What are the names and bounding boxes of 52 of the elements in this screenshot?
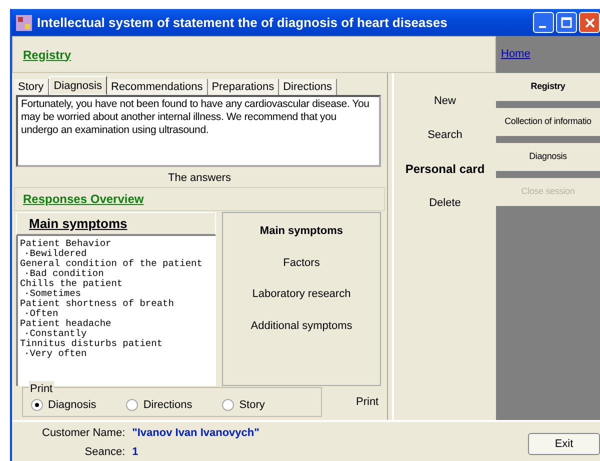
answer-text: ·Often [23, 309, 60, 319]
minimize-icon [538, 26, 546, 28]
field-label: Seance: [84, 445, 126, 460]
action-item[interactable]: Delete [429, 195, 461, 212]
symptom-text: Tinnitus disturbs patient [20, 339, 164, 349]
sidebar-button[interactable]: Collection of informatio [496, 108, 600, 136]
close-button[interactable] [579, 12, 600, 33]
sidebar-button[interactable]: Diagnosis [496, 143, 600, 171]
maximize-button[interactable] [556, 12, 577, 33]
answer-text: ·Bewildered [23, 249, 88, 259]
action-item[interactable]: New [434, 93, 456, 110]
tab[interactable]: Diagnosis [48, 76, 107, 95]
tab[interactable]: Preparations [208, 79, 280, 95]
tab[interactable]: Recommendations [107, 79, 208, 95]
sidebar-button[interactable]: Registry [496, 73, 600, 101]
radio-label: Directions [143, 398, 192, 412]
radio-button[interactable] [126, 398, 138, 411]
diagnosis-text: Fortunately, you have not been found to have any cardiovascular disease. You may be worried about another internal illness. We recommend that you undergo an examination using ultrasound. [16, 95, 381, 167]
action-item[interactable]: Search [428, 126, 462, 143]
tab[interactable]: Story [14, 79, 49, 95]
field-label: Customer Name: [42, 426, 126, 441]
print-button[interactable]: Print [350, 392, 385, 412]
category-item[interactable]: Laboratory research [252, 286, 351, 302]
app-icon [16, 14, 32, 30]
category-item[interactable]: Additional symptoms [250, 318, 352, 334]
symptom-text: Patient Behavior [20, 239, 112, 249]
customer-name: "Ivanov Ivan Ivanovych" [132, 426, 260, 441]
exit-button[interactable]: Exit [528, 433, 600, 455]
answer-text: ·Bad condition [23, 269, 105, 279]
section-caption: The answers [167, 171, 232, 186]
radio-button[interactable] [222, 398, 234, 411]
answer-text: ·Very often [23, 349, 88, 359]
maximize-icon [561, 17, 572, 28]
registry-link[interactable]: Registry [23, 46, 72, 64]
minimize-button[interactable] [533, 12, 554, 33]
window-title: Intellectual system of statement the of diagnosis of heart diseases [37, 14, 448, 32]
responses-link[interactable]: Responses Overview [23, 190, 144, 208]
category-item[interactable]: Factors [283, 254, 320, 271]
answer-text: ·Sometimes [23, 289, 82, 299]
radio-label: Story [239, 398, 265, 412]
symptom-text: Patient shortness of breath [20, 299, 175, 309]
seance-number: 1 [132, 445, 140, 460]
category-item[interactable]: Main symptoms [260, 223, 344, 240]
radio-label: Diagnosis [48, 398, 96, 412]
answer-text: ·Constantly [23, 329, 88, 339]
symptom-text: Patient headache [20, 319, 112, 329]
close-icon [584, 18, 594, 28]
tab[interactable]: Directions [279, 79, 337, 95]
radio-button[interactable] [31, 398, 43, 411]
action-item[interactable]: Personal card [405, 160, 485, 178]
symptom-text: General condition of the patient [20, 259, 204, 269]
symptom-text: Chills the patient [20, 279, 124, 289]
